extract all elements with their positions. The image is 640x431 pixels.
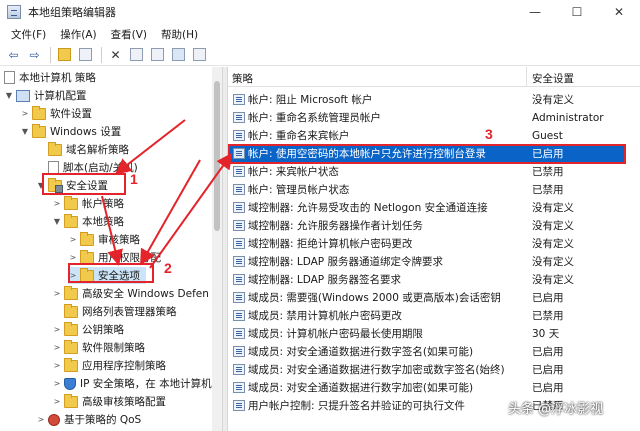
annotation-arrow-1: [114, 119, 186, 175]
annotation-arrow-3: [149, 152, 233, 269]
annotation-arrow-2a: [101, 195, 123, 266]
watermark: 头条 @浮冰影视: [508, 402, 604, 417]
annotation-arrows: [101, 119, 233, 269]
